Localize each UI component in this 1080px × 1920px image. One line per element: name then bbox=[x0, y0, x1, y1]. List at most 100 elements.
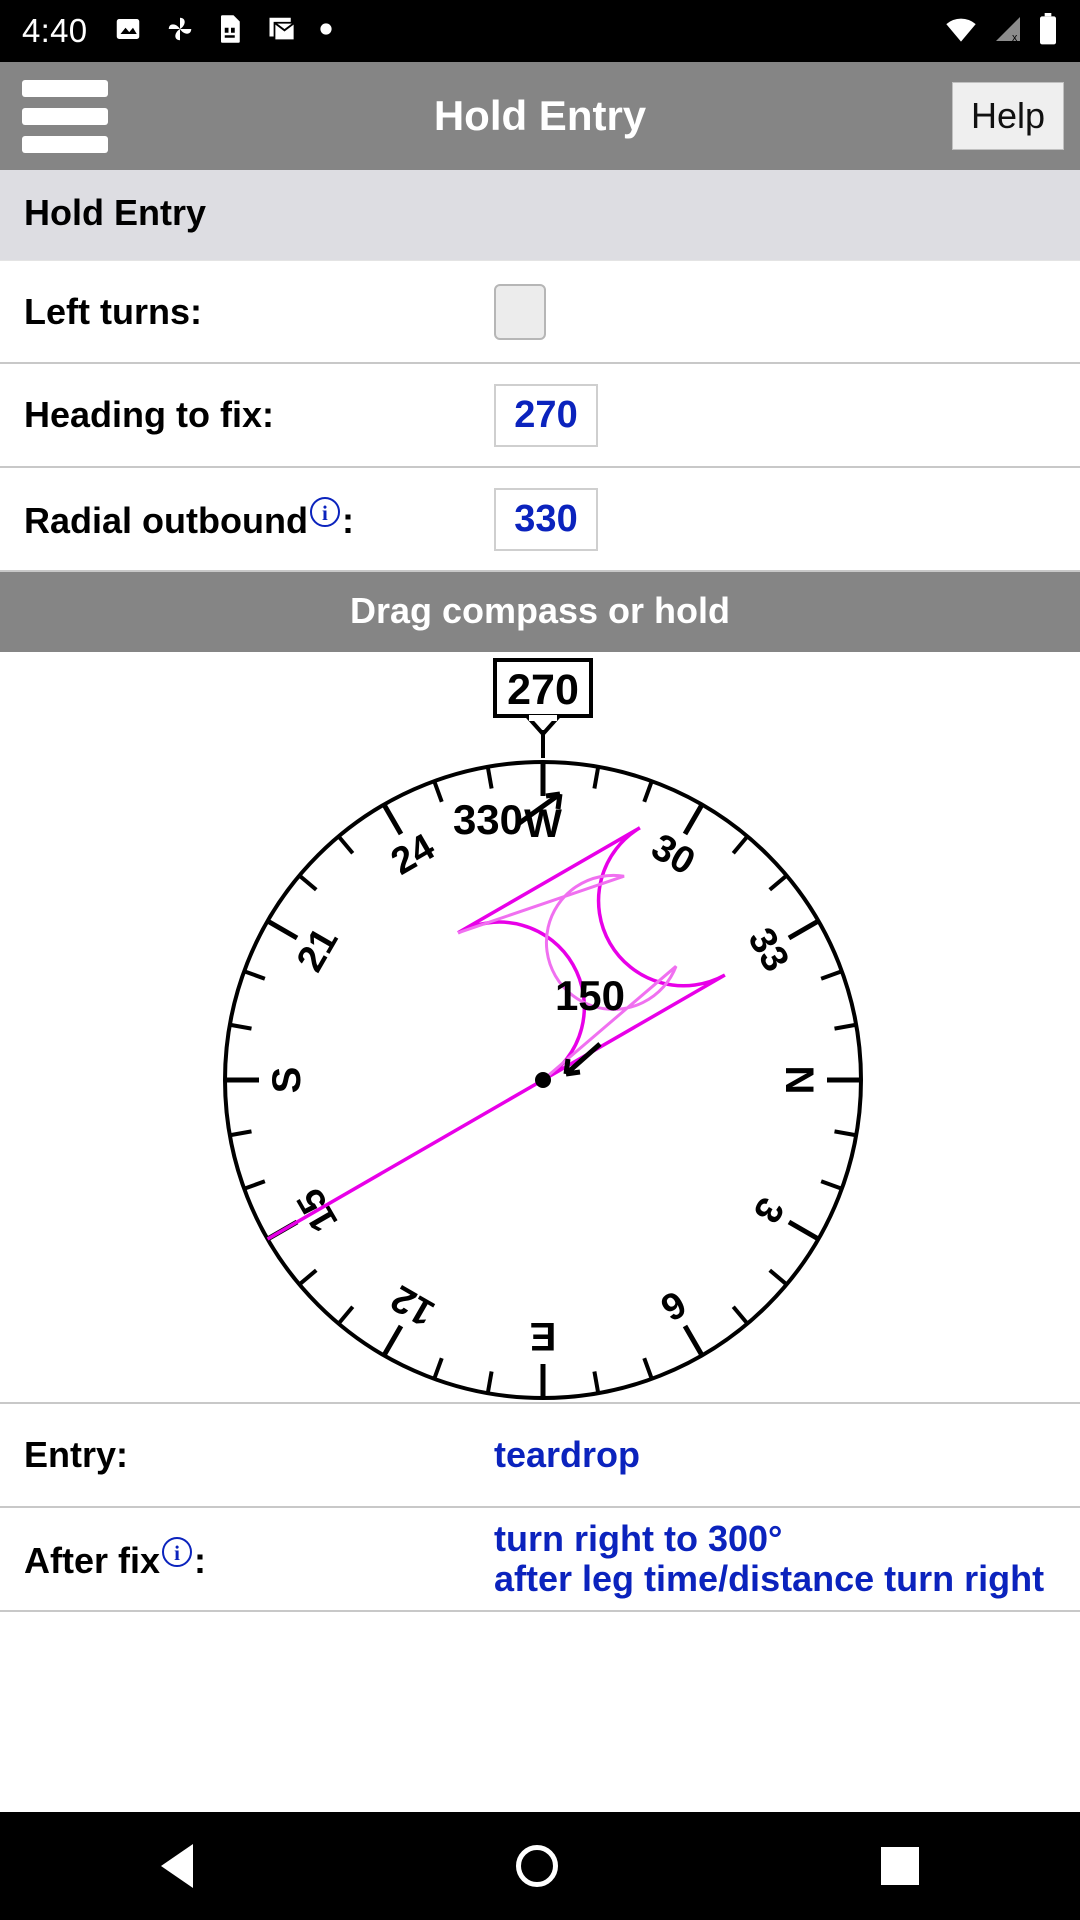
svg-text:x: x bbox=[1012, 32, 1018, 43]
compass-label: S bbox=[265, 1067, 309, 1094]
compass-label: 21 bbox=[289, 921, 347, 979]
page-title: Hold Entry bbox=[433, 92, 647, 139]
compass-tick bbox=[229, 1129, 252, 1138]
compass-index-box: 270 bbox=[493, 658, 593, 738]
compass-tick bbox=[787, 1219, 820, 1242]
compass-label: 33 bbox=[739, 921, 797, 979]
hamburger-bar-3 bbox=[22, 135, 108, 153]
compass-tick bbox=[337, 1305, 355, 1325]
compass-tick bbox=[682, 1324, 705, 1357]
compass-rose[interactable]: 270 WNES36121521243033 330 150 bbox=[0, 652, 1080, 1404]
compass-tick bbox=[485, 1371, 494, 1394]
entry-label: Entry: bbox=[24, 1434, 129, 1475]
app-bar: Hold Entry Help bbox=[0, 62, 1080, 170]
inbound-course-label: 150 bbox=[555, 972, 625, 1019]
drag-compass-bar[interactable]: Drag compass or hold bbox=[0, 572, 1080, 652]
compass-container[interactable]: 270 WNES36121521243033 330 150 bbox=[0, 652, 1080, 1404]
compass-label: E bbox=[530, 1314, 557, 1358]
heading-to-fix-input[interactable]: 270 bbox=[494, 383, 598, 447]
radial-outbound-input[interactable]: 330 bbox=[494, 487, 598, 551]
heading-to-fix-label: Heading to fix: bbox=[24, 394, 274, 435]
hamburger-menu-icon[interactable] bbox=[22, 79, 108, 153]
compass-label: 6 bbox=[653, 1282, 692, 1329]
row-left-turns: Left turns: bbox=[0, 260, 1080, 364]
after-fix-text: After fix bbox=[24, 1539, 161, 1581]
entry-value: teardrop bbox=[494, 1433, 641, 1475]
compass-tick bbox=[834, 1129, 857, 1138]
left-turns-label: Left turns: bbox=[24, 290, 202, 332]
radial-outbound-value: 330 bbox=[494, 487, 1056, 551]
row-heading-to-fix: Heading to fix: 270 bbox=[0, 364, 1080, 468]
hold-pattern bbox=[266, 826, 726, 1241]
compass-tick bbox=[485, 766, 494, 789]
dot-icon bbox=[319, 22, 333, 41]
compass-tick bbox=[592, 766, 601, 789]
help-button[interactable]: Help bbox=[951, 82, 1064, 150]
home-circle-icon[interactable] bbox=[515, 1845, 558, 1887]
compass-label: N bbox=[777, 1066, 821, 1095]
hamburger-bar-2 bbox=[22, 107, 108, 125]
battery-icon bbox=[1038, 12, 1058, 50]
cellular-signal-off-icon: x bbox=[992, 15, 1024, 48]
gmail-icon bbox=[267, 14, 297, 49]
after-fix-colon: : bbox=[194, 1539, 207, 1581]
compass-tick bbox=[592, 1371, 601, 1394]
compass-tick bbox=[298, 874, 318, 892]
compass-tick bbox=[642, 780, 654, 803]
heading-to-fix-value: 270 bbox=[494, 383, 1056, 447]
compass-tick bbox=[642, 1357, 654, 1380]
inbound-radial-line bbox=[266, 1078, 544, 1241]
compass-tick bbox=[381, 803, 404, 836]
section-header: Hold Entry bbox=[0, 170, 1080, 260]
compass-tick bbox=[787, 918, 820, 941]
status-notification-icons bbox=[113, 14, 944, 49]
compass-tick bbox=[381, 1324, 404, 1357]
status-clock: 4:40 bbox=[22, 12, 88, 49]
compass-tick bbox=[337, 835, 355, 855]
compass-tick bbox=[768, 874, 788, 892]
image-icon bbox=[113, 14, 143, 49]
info-circle-icon[interactable]: i bbox=[162, 1536, 193, 1567]
fix-point bbox=[535, 1072, 551, 1088]
compass-label: 30 bbox=[644, 826, 702, 884]
sim-card-icon bbox=[217, 14, 245, 49]
after-fix-value: turn right to 300° after leg time/distan… bbox=[494, 1517, 1045, 1599]
inbound-arrow-icon bbox=[564, 1042, 602, 1076]
compass-index-value: 270 bbox=[507, 666, 579, 714]
radial-outbound-text: Radial outbound bbox=[24, 499, 308, 541]
compass-tick bbox=[731, 1305, 749, 1325]
pinwheel-icon bbox=[165, 14, 195, 49]
compass-tick bbox=[432, 780, 444, 803]
row-entry: Entry: teardrop bbox=[0, 1404, 1080, 1508]
radial-outbound-colon: : bbox=[341, 499, 354, 541]
compass-tick bbox=[432, 1357, 444, 1380]
compass-tick bbox=[229, 1022, 252, 1031]
recents-square-icon[interactable] bbox=[880, 1847, 919, 1885]
back-triangle-icon[interactable] bbox=[161, 1844, 194, 1888]
compass-tick bbox=[682, 803, 705, 836]
left-turns-checkbox[interactable] bbox=[494, 283, 546, 340]
wifi-icon bbox=[944, 15, 978, 48]
after-fix-label: After fix i: bbox=[24, 1536, 494, 1582]
outbound-course-label: 330 bbox=[453, 796, 523, 843]
status-system-icons: x bbox=[944, 12, 1058, 50]
status-bar: 4:40 x bbox=[0, 0, 1080, 62]
row-radial-outbound: Radial outbound i: 330 bbox=[0, 468, 1080, 572]
compass-label: 3 bbox=[745, 1190, 792, 1229]
hamburger-bar-1 bbox=[22, 79, 108, 97]
left-turns-value bbox=[494, 283, 1056, 340]
row-after-fix: After fix i: turn right to 300° after leg… bbox=[0, 1508, 1080, 1612]
form-rows: Left turns: Heading to fix: 270 Radial o… bbox=[0, 260, 1080, 572]
radial-outbound-label: Radial outbound i: bbox=[24, 496, 494, 542]
compass-tick bbox=[243, 1179, 266, 1191]
compass-tick bbox=[266, 918, 299, 941]
compass-label: 12 bbox=[384, 1276, 442, 1334]
compass-tick bbox=[820, 969, 843, 981]
system-nav-bar bbox=[0, 1812, 1080, 1920]
compass-tick bbox=[298, 1268, 318, 1286]
compass-tick bbox=[820, 1179, 843, 1191]
info-circle-icon[interactable]: i bbox=[309, 496, 340, 527]
compass-tick bbox=[834, 1022, 857, 1031]
compass-tick bbox=[768, 1268, 788, 1286]
compass-tick bbox=[731, 835, 749, 855]
